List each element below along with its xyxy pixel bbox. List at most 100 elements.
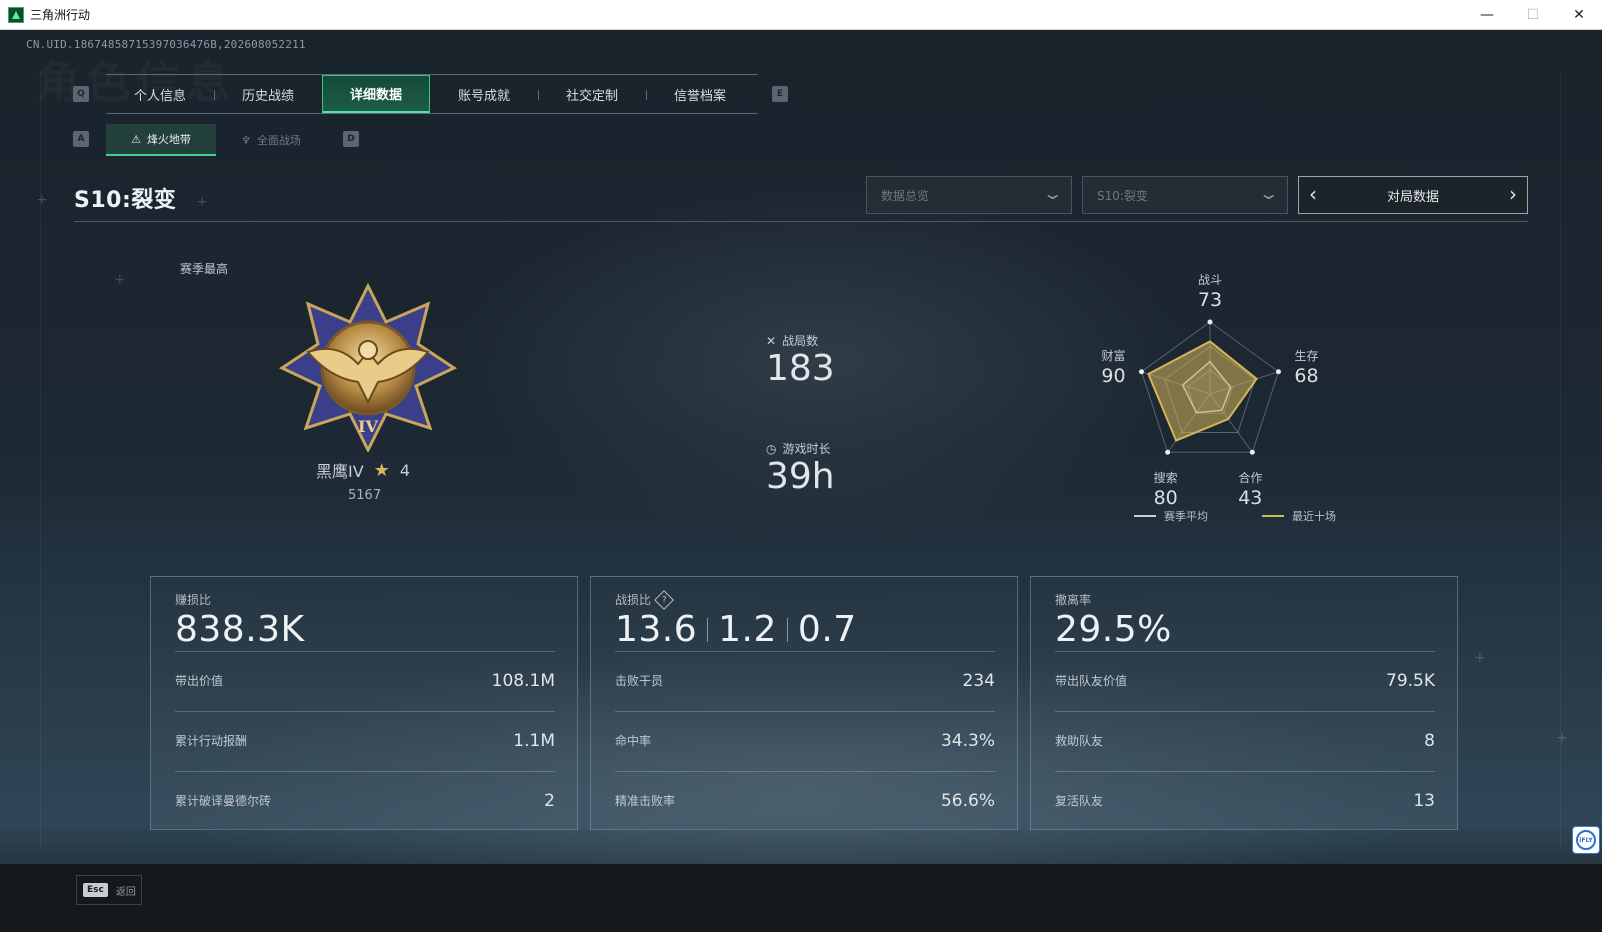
data-overview-dropdown[interactable]: 数据总览 ⌄ <box>866 176 1072 214</box>
main-tabs: 个人信息 历史战绩 详细数据 账号成就 社交定制 信誉档案 <box>106 74 758 114</box>
stat-row: 累计行动报酬 1.1M <box>175 711 555 769</box>
rank-name: 黑鹰IV <box>316 462 364 481</box>
battlefield-icon: ♆ <box>241 133 251 147</box>
stat-row: 精准击败率 56.6% <box>615 771 995 829</box>
kd-value: 0.7 <box>797 609 857 650</box>
tab-social[interactable]: 社交定制 <box>538 75 646 113</box>
row-label: 累计行动报酬 <box>175 734 248 748</box>
legend-line <box>1134 515 1156 517</box>
row-label: 救助队友 <box>1055 734 1104 748</box>
game-viewport: 角色信息 CN.UID.18674858715397036476B,202608… <box>0 30 1602 932</box>
hazard-zone-icon: ⚠ <box>131 132 141 146</box>
user-uid: CN.UID.18674858715397036476B,20260805221… <box>26 38 306 51</box>
kd-value: 13.6 <box>615 609 698 650</box>
stat-row: 击败干员 234 <box>615 651 995 709</box>
tab-personal-info[interactable]: 个人信息 <box>106 75 214 113</box>
row-label: 命中率 <box>615 734 652 748</box>
card-title-text: 战损比 <box>615 593 652 607</box>
tab-next-key[interactable]: E <box>772 86 788 102</box>
legend-label: 赛季平均 <box>1164 510 1208 523</box>
close-button[interactable]: ✕ <box>1556 0 1602 30</box>
bottom-bar: Esc 返回 <box>0 864 1602 932</box>
match-data-pager: ‹ 对局数据 › <box>1298 176 1528 214</box>
maximize-button[interactable]: ☐ <box>1510 0 1556 30</box>
help-glyph: ? <box>661 594 667 605</box>
radar-axis-label: 生存 <box>1294 349 1318 363</box>
chevron-down-icon: ⌄ <box>1041 184 1064 203</box>
stat-row: 累计破译曼德尔砖 2 <box>175 771 555 829</box>
radar-axis-value: 68 <box>1294 365 1318 387</box>
subtab-battlefield[interactable]: ♆ 全面战场 <box>216 124 326 156</box>
row-label: 精准击败率 <box>615 794 676 808</box>
radar-vertex <box>1275 369 1281 375</box>
legend-label: 最近十场 <box>1292 510 1336 523</box>
star-icon: ★ <box>373 459 390 481</box>
row-value: 1.1M <box>513 730 555 751</box>
row-value: 79.5K <box>1386 670 1435 691</box>
kd-card: 战损比 ? 13.6 1.2 0.7 击败干员 234 命中率 34.3% 精准… <box>590 576 1018 830</box>
season-best-label: 赛季最高 <box>180 262 229 276</box>
season-dropdown[interactable]: S10:裂变 ⌄ <box>1082 176 1288 214</box>
card-main-value: 838.3K <box>175 609 305 650</box>
subtab-label: 烽火地带 <box>146 133 191 146</box>
subtab-hazard-zone[interactable]: ⚠ 烽火地带 <box>106 124 216 156</box>
radar-axis-label: 合作 <box>1238 470 1262 485</box>
legend-line <box>1262 515 1284 517</box>
row-label: 累计破译曼德尔砖 <box>175 794 272 808</box>
tab-history[interactable]: 历史战绩 <box>214 75 322 113</box>
mode-tabs: ⚠ 烽火地带 ♆ 全面战场 <box>106 124 326 156</box>
subtab-label: 全面战场 <box>256 134 301 147</box>
clock-icon: ◷ <box>766 441 777 456</box>
row-value: 8 <box>1424 730 1435 751</box>
window-titlebar: 三角洲行动 — ☐ ✕ <box>0 0 1602 30</box>
stat-row: 带出价值 108.1M <box>175 651 555 709</box>
row-value: 2 <box>544 790 555 811</box>
radar-axis-value: 80 <box>1154 487 1178 509</box>
extraction-card: 撤离率 29.5% 带出队友价值 79.5K 救助队友 8 复活队友 13 <box>1030 576 1458 830</box>
matches-label: ✕ 战局数 <box>766 332 818 349</box>
chevron-right-icon[interactable]: › <box>1509 182 1517 206</box>
chevron-left-icon[interactable]: ‹ <box>1309 182 1317 206</box>
frame-line <box>40 70 41 850</box>
radar-axis-label: 搜索 <box>1154 470 1178 485</box>
ability-radar-chart: 战斗 73 生存 68 合作 43 搜索 80 财富 90 <box>1101 273 1318 509</box>
dropdown-value: S10:裂变 <box>1097 188 1148 203</box>
subtab-next-key[interactable]: D <box>343 131 359 147</box>
radar-axis-value: 90 <box>1101 365 1125 387</box>
minimize-button[interactable]: — <box>1464 0 1510 30</box>
ifly-label: iFLY <box>1576 830 1596 850</box>
card-title: 赚损比 <box>175 593 212 607</box>
window-controls: — ☐ ✕ <box>1464 0 1602 30</box>
window-title: 三角洲行动 <box>30 8 91 22</box>
matches-value: 183 <box>766 348 835 389</box>
card-main-values: 13.6 1.2 0.7 <box>615 609 857 650</box>
legend-recent: 最近十场 <box>1262 508 1336 524</box>
rank-score: 5167 <box>348 488 382 503</box>
radar-vertex <box>1249 449 1255 455</box>
tab-detailed-data[interactable]: 详细数据 <box>322 75 430 113</box>
row-value: 234 <box>962 670 995 691</box>
row-value: 108.1M <box>491 670 555 691</box>
card-title: 战损比 ? <box>615 589 674 610</box>
subtab-prev-key[interactable]: A <box>73 131 89 147</box>
row-value: 34.3% <box>940 730 995 751</box>
radar-axis-value: 73 <box>1198 289 1222 311</box>
tab-prev-key[interactable]: Q <box>73 86 89 102</box>
rank-info: 黑鹰IV ★ 4 <box>316 458 410 482</box>
app-logo-icon <box>8 6 24 23</box>
value-separator <box>707 617 709 642</box>
stat-row: 复活队友 13 <box>1055 771 1435 829</box>
radar-axis-value: 43 <box>1238 487 1262 509</box>
tab-achievements[interactable]: 账号成就 <box>430 75 538 113</box>
rank-emblem-icon: IV <box>278 282 458 452</box>
back-button[interactable]: Esc 返回 <box>76 875 142 905</box>
help-icon[interactable]: ? <box>654 589 674 610</box>
tab-credit-file[interactable]: 信誉档案 <box>646 75 754 113</box>
crossed-swords-icon: ✕ <box>766 333 777 348</box>
radar-vertex <box>1165 449 1171 455</box>
card-main-value: 29.5% <box>1055 609 1172 650</box>
chevron-down-icon: ⌄ <box>1257 184 1280 203</box>
ifly-floating-icon[interactable]: iFLY <box>1572 826 1600 854</box>
row-label: 带出队友价值 <box>1055 674 1128 688</box>
row-label: 击败干员 <box>615 674 664 688</box>
